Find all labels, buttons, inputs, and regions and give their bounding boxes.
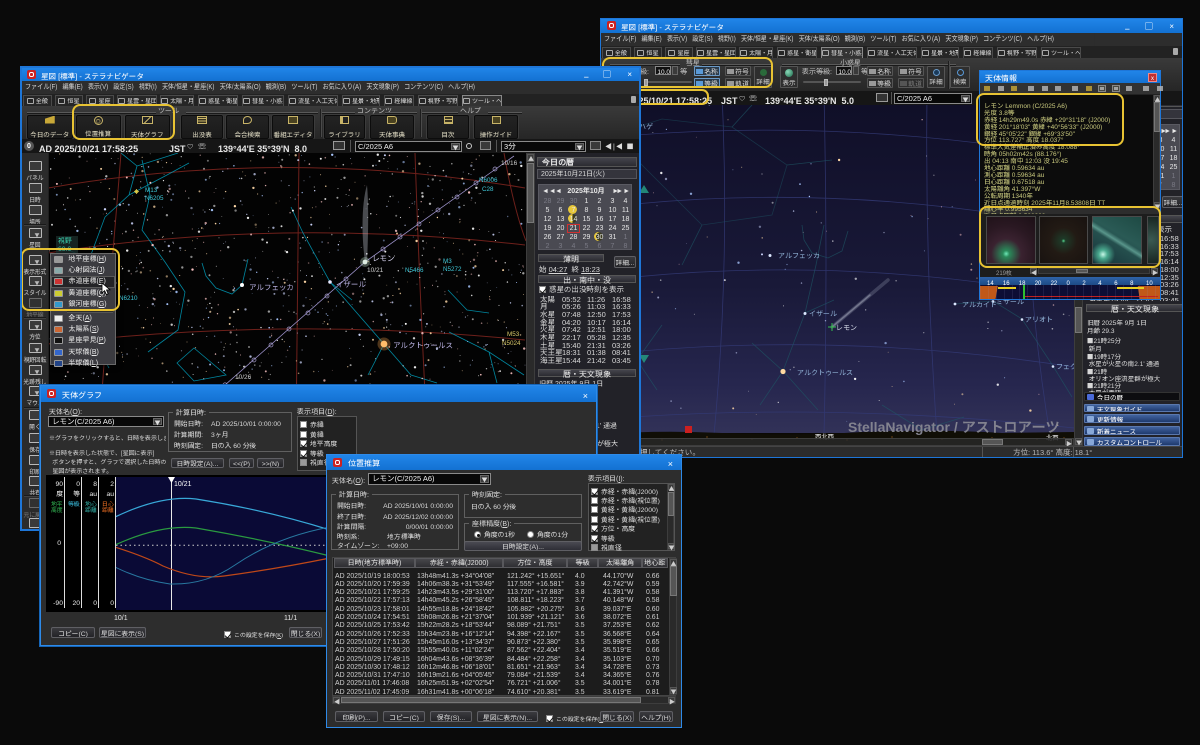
svg-text:レモン: レモン [372,253,395,264]
svg-text:イザール: イザール [809,309,837,319]
svg-text:N5024: N5024 [502,338,521,347]
svg-text:アリオト: アリオト [1025,315,1053,325]
svg-text:N5272: N5272 [443,264,462,273]
svg-text:N5466: N5466 [405,265,424,274]
svg-text:M53: M53 [507,329,520,338]
svg-text:10/26: 10/26 [235,371,252,381]
svg-text:アルカイド: アルカイド [962,300,997,310]
svg-text:イザール: イザール [336,279,366,290]
svg-text:アルフェッカ: アルフェッカ [778,251,820,261]
svg-text:アルフェッカ: アルフェッカ [249,282,294,293]
svg-text:レモン: レモン [836,323,857,333]
svg-text:N6205: N6205 [145,193,164,202]
svg-text:N6006: N6006 [479,175,498,184]
svg-text:10/16: 10/16 [501,157,518,167]
svg-text:アルクトゥールス: アルクトゥールス [393,340,453,351]
svg-text:フェクダ: フェクダ [1056,362,1074,372]
svg-text:10/21: 10/21 [367,264,384,274]
svg-text:C28: C28 [482,184,494,193]
svg-text:アルクトゥールス: アルクトゥールス [797,368,853,378]
svg-text:N6210: N6210 [119,293,138,302]
svg-text:StellaNavigator / アストロアーツ: StellaNavigator / アストロアーツ [848,417,1060,437]
svg-text:10/21: 10/21 [174,481,192,488]
